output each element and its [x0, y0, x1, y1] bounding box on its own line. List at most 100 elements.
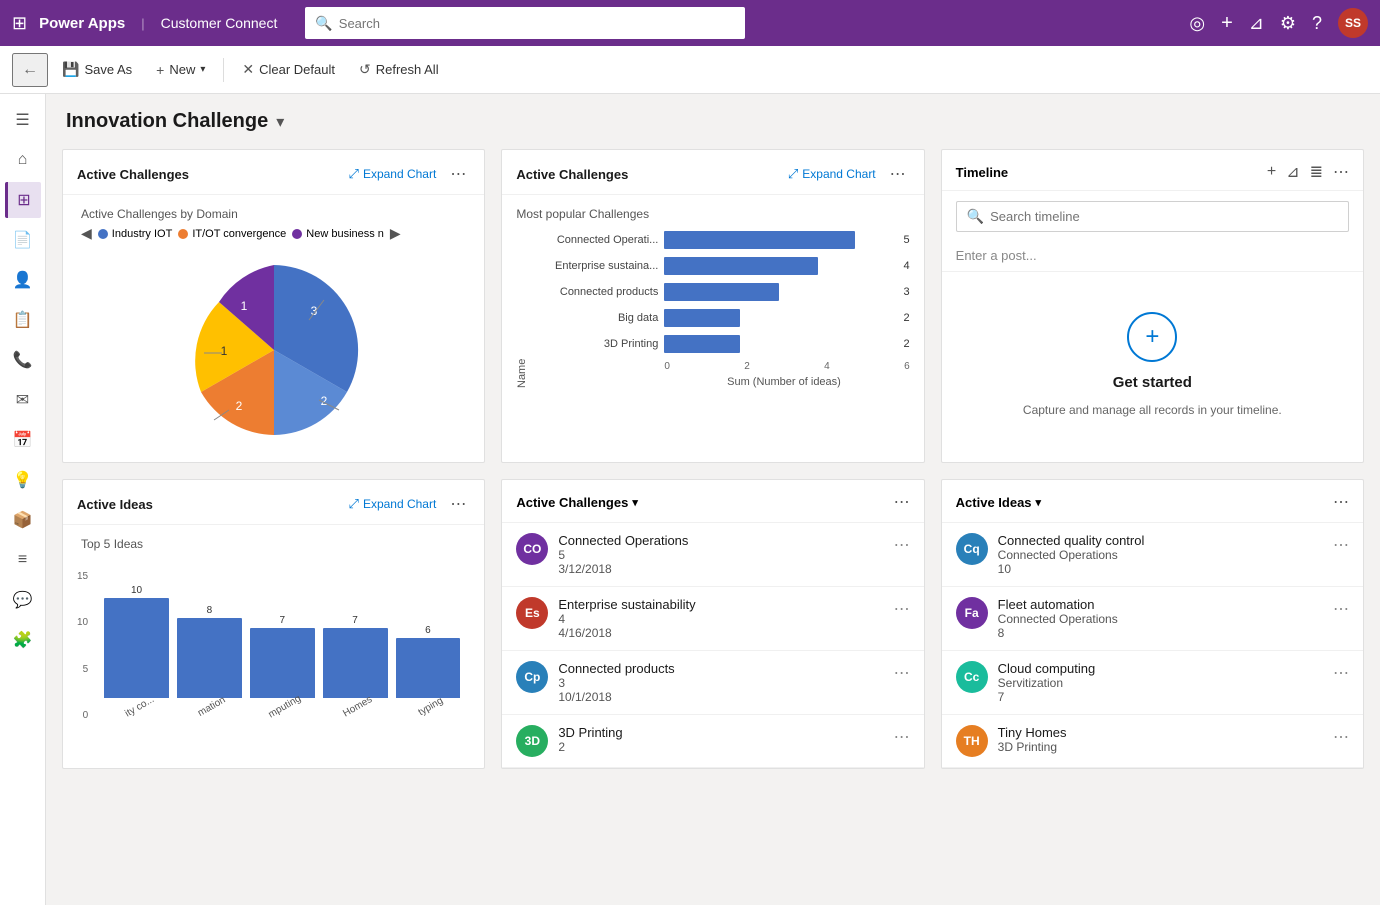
vbar-bar-5	[396, 638, 461, 698]
legend-industry-iot: Industry IOT	[98, 228, 173, 240]
challenges-list-title: Active Challenges ▾	[516, 495, 893, 510]
idea-item-menu-2[interactable]: ⋯	[1333, 599, 1349, 619]
timeline-search-input[interactable]	[990, 209, 1338, 224]
challenge-item-menu-3[interactable]: ⋯	[894, 663, 910, 683]
add-icon[interactable]: +	[1221, 12, 1233, 35]
bar-x-title: Sum (Number of ideas)	[538, 376, 909, 388]
vbar-area: 10 ity co... 8 mation	[94, 555, 470, 713]
challenge-item-menu-4[interactable]: ⋯	[894, 727, 910, 747]
challenge-item-content-3: Connected products 3 10/1/2018	[558, 661, 883, 704]
bar-subtitle: Most popular Challenges	[516, 207, 909, 221]
save-as-button[interactable]: 💾 Save As	[52, 55, 142, 84]
timeline-header: Timeline + ⊿ ≣ ⋯	[942, 150, 1363, 191]
save-icon: 💾	[62, 61, 79, 78]
bar-row-1: Connected Operati... 5	[538, 231, 909, 249]
timeline-search[interactable]: 🔍	[956, 201, 1349, 232]
idea-sub-2: Connected Operations	[998, 612, 1323, 626]
filter-icon[interactable]: ⊿	[1249, 13, 1264, 34]
bar-fill-5	[664, 335, 740, 353]
ideas-expand-button[interactable]: ⤢ Expand Chart	[345, 494, 441, 514]
sidebar-item-home[interactable]: ⌂	[5, 142, 41, 178]
timeline-card: Timeline + ⊿ ≣ ⋯ 🔍 Enter a post... + Get…	[941, 149, 1364, 463]
challenge-item-content-4: 3D Printing 2	[558, 725, 883, 754]
settings-icon[interactable]: ⚙	[1280, 13, 1296, 34]
user-avatar[interactable]: SS	[1338, 8, 1368, 38]
idea-item-menu-4[interactable]: ⋯	[1333, 727, 1349, 747]
pie-label-1b: 1	[240, 299, 247, 313]
legend-new-business: New business n	[292, 228, 384, 240]
vbar-bar-4	[323, 628, 388, 698]
ideas-list-menu-button[interactable]: ⋯	[1333, 492, 1349, 512]
cmd-separator	[223, 58, 224, 82]
pie-card-menu-button[interactable]: ⋯	[446, 162, 470, 186]
vbar-col-1: 10 ity co...	[104, 585, 169, 713]
idea-count-2: 8	[998, 626, 1323, 640]
pie-chart: 3 2 2 1 1	[77, 250, 470, 450]
bar-card-menu-button[interactable]: ⋯	[886, 162, 910, 186]
sidebar-item-dashboard[interactable]: ⊞	[5, 182, 41, 218]
idea-list-item-3: Cc Cloud computing Servitization 7 ⋯	[942, 651, 1363, 715]
new-chevron-icon: ▾	[200, 64, 205, 75]
challenge-item-menu-2[interactable]: ⋯	[894, 599, 910, 619]
sidebar-item-puzzle[interactable]: 🧩	[5, 622, 41, 658]
timeline-add-button[interactable]: +	[1267, 163, 1276, 181]
timeline-filter-icon[interactable]: ⊿	[1286, 162, 1299, 182]
vbar-col-3: 7 mputing	[250, 615, 315, 713]
pie-card-header: Active Challenges ⤢ Expand Chart ⋯	[63, 150, 484, 195]
ideas-list-chevron-icon[interactable]: ▾	[1036, 496, 1042, 509]
legend-prev-icon[interactable]: ◀	[81, 225, 92, 242]
challenge-item-content-1: Connected Operations 5 3/12/2018	[558, 533, 883, 576]
timeline-post-area[interactable]: Enter a post...	[942, 240, 1363, 272]
idea-item-menu-1[interactable]: ⋯	[1333, 535, 1349, 555]
challenge-item-menu-1[interactable]: ⋯	[894, 535, 910, 555]
target-icon[interactable]: ◎	[1189, 13, 1205, 34]
refresh-all-button[interactable]: ↺ Refresh All	[349, 55, 449, 84]
timeline-menu-button[interactable]: ⋯	[1333, 162, 1349, 182]
grid-icon[interactable]: ⊞	[12, 13, 27, 34]
bar-value-1: 5	[904, 234, 910, 246]
sidebar-item-lightbulb[interactable]: 💡	[5, 462, 41, 498]
sidebar-item-list[interactable]: ≡	[5, 542, 41, 578]
sidebar-item-person[interactable]: 👤	[5, 262, 41, 298]
bar-card-title: Active Challenges	[516, 167, 778, 182]
sidebar-item-phone[interactable]: 📞	[5, 342, 41, 378]
page-title-chevron-icon[interactable]: ▾	[276, 112, 284, 132]
pie-expand-button[interactable]: ⤢ Expand Chart	[345, 164, 441, 184]
sidebar-item-chat[interactable]: 💬	[5, 582, 41, 618]
sidebar-item-menu[interactable]: ☰	[5, 102, 41, 138]
sidebar-item-box[interactable]: 📦	[5, 502, 41, 538]
timeline-columns-icon[interactable]: ≣	[1310, 162, 1323, 182]
top-nav: ⊞ Power Apps | Customer Connect 🔍 ◎ + ⊿ …	[0, 0, 1380, 46]
timeline-get-started-button[interactable]: +	[1127, 312, 1177, 362]
idea-sub-4: 3D Printing	[998, 740, 1323, 754]
clear-default-button[interactable]: ✕ Clear Default	[232, 55, 345, 84]
pie-card-title: Active Challenges	[77, 167, 339, 182]
active-ideas-list-card: Active Ideas ▾ ⋯ Cq Connected quality co…	[941, 479, 1364, 769]
legend-next-icon[interactable]: ▶	[390, 225, 401, 242]
idea-item-menu-3[interactable]: ⋯	[1333, 663, 1349, 683]
page-header: Innovation Challenge ▾	[62, 110, 1364, 133]
back-button[interactable]: ←	[12, 53, 48, 87]
sidebar: ☰ ⌂ ⊞ 📄 👤 📋 📞 ✉ 📅 💡 📦 ≡ 💬 🧩	[0, 94, 46, 905]
search-input[interactable]	[339, 16, 736, 31]
sidebar-item-mail[interactable]: ✉	[5, 382, 41, 418]
pie-label-2b: 2	[235, 399, 242, 413]
ideas-chart-body: Top 5 Ideas 15 10 5 0 10	[63, 525, 484, 733]
new-button[interactable]: + New ▾	[146, 56, 215, 84]
challenge-sub-4: 2	[558, 740, 883, 754]
sidebar-item-calendar[interactable]: 📅	[5, 422, 41, 458]
sidebar-item-contacts[interactable]: 📋	[5, 302, 41, 338]
challenges-list-menu-button[interactable]: ⋯	[894, 492, 910, 512]
sidebar-item-document[interactable]: 📄	[5, 222, 41, 258]
global-search[interactable]: 🔍	[305, 7, 745, 39]
bar-expand-button[interactable]: ⤢ Expand Chart	[784, 164, 880, 184]
pie-subtitle: Active Challenges by Domain	[77, 207, 470, 221]
legend-dot-industry-iot	[98, 229, 108, 239]
bar-row-5: 3D Printing 2	[538, 335, 909, 353]
idea-avatar-3: Cc	[956, 661, 988, 693]
challenge-title-3: Connected products	[558, 661, 883, 676]
challenges-list-chevron-icon[interactable]: ▾	[632, 496, 638, 509]
brand-label: Power Apps	[39, 15, 125, 32]
ideas-chart-menu-button[interactable]: ⋯	[446, 492, 470, 516]
help-icon[interactable]: ?	[1312, 13, 1322, 34]
